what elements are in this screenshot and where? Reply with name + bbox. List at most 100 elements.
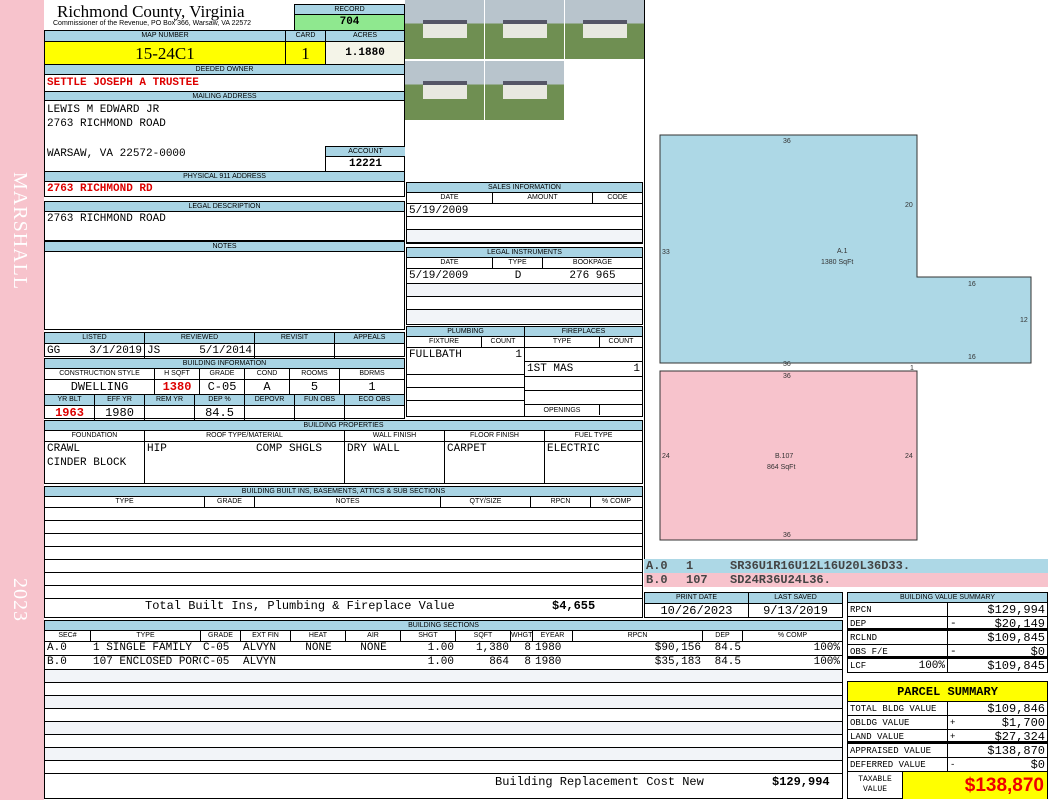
section-cell: C-05 xyxy=(203,642,230,654)
dim-label: 16 xyxy=(968,281,976,288)
summary-value: $0 xyxy=(1030,645,1045,659)
section-cell: 84.5 xyxy=(714,656,741,668)
map-number: 15-24C1 xyxy=(45,42,286,65)
col-header: DEPOVR xyxy=(245,395,295,405)
property-photo[interactable] xyxy=(405,61,484,120)
col-header: NOTES xyxy=(255,497,441,507)
summary-operator: - xyxy=(950,760,956,770)
legal-label: LEGAL DESCRIPTION xyxy=(45,202,404,212)
account-label: ACCOUNT xyxy=(326,147,405,157)
col-header: CODE xyxy=(607,194,628,201)
account-box: ACCOUNT 12221 xyxy=(325,146,405,171)
building-info-value: DWELLING xyxy=(45,380,155,394)
col-header: SQFT xyxy=(456,631,511,641)
fireplace-count: 1 xyxy=(633,363,640,375)
summary-row: LAND VALUE + $27,324 xyxy=(848,730,1047,744)
summary-key: APPRAISED VALUE xyxy=(848,744,948,757)
property-photo[interactable] xyxy=(565,0,644,59)
section-cell: 864 xyxy=(489,656,509,668)
owner-box: DEEDED OWNER SETTLE JOSEPH A TRUSTEE MAI… xyxy=(44,64,405,197)
instruments-box: LEGAL INSTRUMENTS DATE TYPE BOOKPAGE 5/19/… xyxy=(406,247,643,325)
col-header: FUN OBS xyxy=(295,395,345,405)
dim-label: 36 xyxy=(783,138,791,145)
col-header: SEC# xyxy=(45,631,91,641)
summary-key: LCF 100% xyxy=(848,659,948,672)
fireplaces-box: FIREPLACES TYPE COUNT 1ST MAS 1 OPENINGS xyxy=(524,326,643,417)
building-sketch: 36 20 33 16 12 16 36 1 36 24 24 36 A.1 1… xyxy=(659,134,1032,541)
building-info-box: BUILDING INFORMATION CONSTRUCTION STYLE H… xyxy=(44,358,405,420)
section-cell: $90,156 xyxy=(654,642,701,654)
instruments-label: LEGAL INSTRUMENTS xyxy=(407,248,642,258)
building-info-value: A xyxy=(245,380,290,394)
property-photo[interactable] xyxy=(405,0,484,59)
map-label: MAP NUMBER xyxy=(45,31,286,41)
foundation-1: CRAWL xyxy=(47,443,81,455)
dim-label: 16 xyxy=(968,354,976,361)
building-info-value xyxy=(245,406,295,420)
mailing-label: MAILING ADDRESS xyxy=(45,91,404,101)
summary-operator: - xyxy=(950,618,957,630)
notes-box: NOTES xyxy=(44,241,405,330)
property-photo[interactable] xyxy=(485,0,564,59)
col-header: H SQFT xyxy=(155,369,200,379)
legal-text: 2763 RICHMOND ROAD xyxy=(47,213,166,225)
district-label: MARSHALL xyxy=(9,172,31,291)
print-date-label: PRINT DATE xyxy=(645,593,749,603)
roof-material: COMP SHGLS xyxy=(255,443,322,455)
instrument-type: D xyxy=(514,270,522,282)
summary-key: DEP xyxy=(848,617,948,629)
acres-label: ACRES xyxy=(352,32,378,39)
last-saved: 9/13/2019 xyxy=(763,604,828,618)
building-info-value: 5 xyxy=(290,380,340,394)
summary-operator xyxy=(948,659,962,672)
property-photo[interactable] xyxy=(485,61,564,120)
col-header: AMOUNT xyxy=(493,193,593,203)
properties-label: BUILDING PROPERTIES xyxy=(45,421,642,431)
section-b-area: 864 SqFt xyxy=(767,464,795,471)
lcf-percent: 100% xyxy=(918,660,945,672)
listed-date: 3/1/2019 xyxy=(89,345,142,357)
last-saved-label: LAST SAVED xyxy=(774,594,817,601)
taxable-value: $138,870 xyxy=(903,772,1047,799)
taxable-label: TAXABLE VALUE xyxy=(848,772,903,799)
col-header: COND xyxy=(245,369,290,379)
parcel-summary-label: PARCEL SUMMARY xyxy=(848,682,1047,702)
reviewed-date: 5/1/2014 xyxy=(199,345,252,357)
section-cell: A.0 xyxy=(47,642,67,654)
section-cell: B.0 xyxy=(47,656,67,668)
section-cell: 107 ENCLOSED PORCH xyxy=(93,656,201,668)
summary-operator: + xyxy=(950,718,956,728)
county-title: Richmond County, Virginia xyxy=(57,2,245,21)
summary-operator: - xyxy=(950,646,957,658)
col-header: BOOKPAGE xyxy=(572,259,613,266)
fuel-type: ELECTRIC xyxy=(547,443,600,455)
summary-row: DEFERRED VALUE - $0 xyxy=(848,758,1047,772)
col-header: EXT FIN xyxy=(241,631,291,641)
building-info-value: C-05 xyxy=(200,380,245,394)
listed-label: LISTED xyxy=(45,333,145,343)
sections-label: BUILDING SECTIONS xyxy=(45,621,842,631)
summary-row: DEP - $20,149 xyxy=(848,617,1047,631)
parcel-summary-box: PARCEL SUMMARY TOTAL BLDG VALUE $109,846 O… xyxy=(847,681,1048,799)
notes-label: NOTES xyxy=(45,242,404,252)
summary-value: $129,994 xyxy=(987,603,1045,617)
section-cell xyxy=(346,656,401,669)
building-info-value: 84.5 xyxy=(195,406,245,420)
summary-key: OBS F/E xyxy=(848,645,948,657)
mailing-line1: LEWIS M EDWARD JR xyxy=(47,104,160,116)
summary-row: LCF 100% $109,845 xyxy=(848,659,1047,673)
section-cell: 1,380 xyxy=(475,642,509,654)
col-header: TYPE xyxy=(45,497,205,507)
section-cell: NONE xyxy=(360,642,387,654)
value-summary-label: BUILDING VALUE SUMMARY xyxy=(848,593,1047,603)
building-info-label: BUILDING INFORMATION xyxy=(45,359,404,369)
col-header: REM YR xyxy=(145,395,195,405)
legal-box: LEGAL DESCRIPTION 2763 RICHMOND ROAD xyxy=(44,201,405,241)
section-cell: 8 xyxy=(524,642,531,654)
building-info-value xyxy=(295,406,345,420)
map-box: MAP NUMBER CARD ACRES 15-24C1 1 1.1880 xyxy=(44,30,405,65)
col-header: DATE xyxy=(407,258,493,268)
sketch-codes: A.0 1 SR36U1R16U12L16U20L36D33. B.0 107 SD24… xyxy=(644,559,1048,587)
physical-label: PHYSICAL 911 ADDRESS xyxy=(45,172,404,182)
builtins-total: $4,655 xyxy=(552,599,596,613)
